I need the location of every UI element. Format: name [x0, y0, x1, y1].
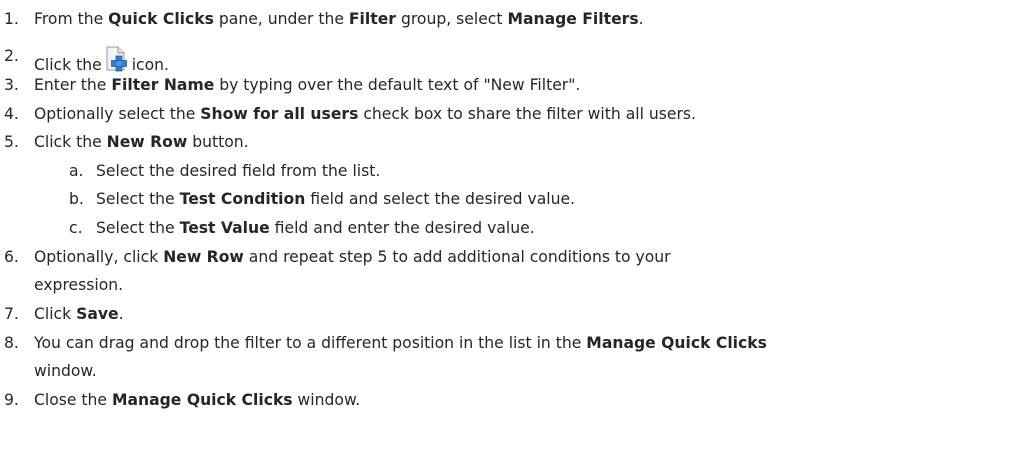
step-text-continued: window.	[34, 362, 97, 380]
substep-letter: c.	[69, 219, 83, 237]
step-text: Close the Manage Quick Clicks window.	[34, 391, 361, 409]
manage-filters-label: Manage Filters	[507, 10, 639, 28]
step-number: 7.	[4, 305, 19, 323]
substep-text: Select the Test Condition field and sele…	[96, 190, 576, 208]
step-number: 3.	[4, 76, 19, 94]
step-text-continued: expression.	[34, 276, 124, 294]
step-text: Click the New Row button.	[34, 133, 249, 151]
filter-name-label: Filter Name	[111, 76, 215, 94]
substep-text: Select the Test Value field and enter th…	[96, 219, 535, 237]
step-number: 9.	[4, 391, 19, 409]
step-text: From the Quick Clicks pane, under the Fi…	[34, 10, 644, 28]
quick-clicks-label: Quick Clicks	[108, 10, 214, 28]
step-number: 6.	[4, 248, 19, 266]
substep-letter: a.	[69, 162, 84, 180]
step-text: Enter the Filter Name by typing over the…	[34, 76, 581, 94]
step-text: You can drag and drop the filter to a di…	[34, 334, 767, 352]
step-text: Optionally select the Show for all users…	[34, 105, 696, 123]
manage-quick-clicks-label: Manage Quick Clicks	[111, 391, 293, 409]
filter-label: Filter	[348, 10, 396, 28]
manage-quick-clicks-label: Manage Quick Clicks	[586, 334, 767, 352]
show-for-all-users-label: Show for all users	[200, 105, 359, 123]
test-value-label: Test Value	[179, 219, 270, 237]
step-text: Click Save.	[34, 305, 124, 323]
new-row-label: New Row	[106, 133, 188, 151]
step-number: 2.	[4, 47, 19, 65]
substep-text: Select the desired field from the list.	[96, 162, 381, 180]
step-number: 5.	[4, 133, 19, 151]
new-filter-icon	[105, 46, 129, 72]
step-text: Optionally, click New Row and repeat ste…	[34, 248, 671, 266]
step-number: 8.	[4, 334, 19, 352]
step-number: 4.	[4, 105, 19, 123]
step-text: Click the icon.	[34, 46, 169, 75]
step-number: 1.	[4, 10, 19, 28]
substep-letter: b.	[69, 190, 84, 208]
test-condition-label: Test Condition	[179, 190, 306, 208]
save-label: Save	[76, 305, 119, 323]
new-row-label: New Row	[163, 248, 244, 266]
